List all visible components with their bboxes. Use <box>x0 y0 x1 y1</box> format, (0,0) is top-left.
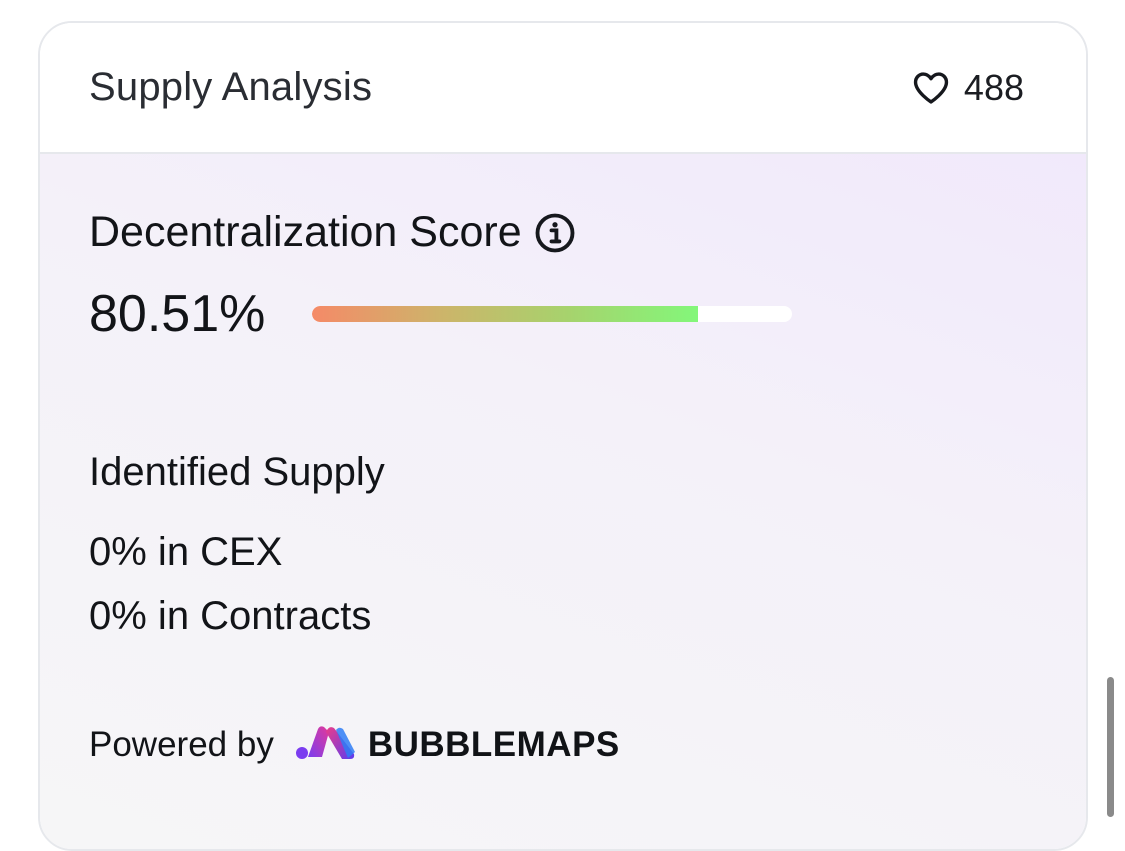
bubblemaps-brand-name: BUBBLEMAPS <box>367 724 620 764</box>
decentralization-progress-fill <box>312 306 699 322</box>
page-scrollbar[interactable] <box>1107 677 1114 817</box>
bubblemaps-logo-icon <box>295 724 356 765</box>
powered-by: Powered by BUBBLEMAPS <box>89 724 620 765</box>
bubblemaps-link[interactable]: BUBBLEMAPS <box>295 724 620 765</box>
decentralization-progress-bar <box>312 306 792 322</box>
card-title: Supply Analysis <box>89 65 373 109</box>
info-icon[interactable] <box>534 212 576 254</box>
supply-analysis-card: Supply Analysis 488 Decentralization Sco… <box>38 21 1088 851</box>
like-button[interactable]: 488 <box>912 67 1024 109</box>
decentralization-score-label: Decentralization Score <box>89 208 522 256</box>
powered-by-label: Powered by <box>89 724 274 764</box>
decentralization-score-value: 80.51% <box>89 285 266 343</box>
contracts-supply-stat: 0% in Contracts <box>89 594 372 638</box>
card-header: Supply Analysis 488 <box>40 23 1086 154</box>
identified-supply-heading: Identified Supply <box>89 450 385 494</box>
cex-supply-stat: 0% in CEX <box>89 530 283 574</box>
heart-icon <box>912 71 950 105</box>
decentralization-score-heading: Decentralization Score <box>89 208 576 257</box>
card-body: Decentralization Score 80.51% Identified… <box>40 154 1086 849</box>
like-count: 488 <box>963 67 1024 108</box>
